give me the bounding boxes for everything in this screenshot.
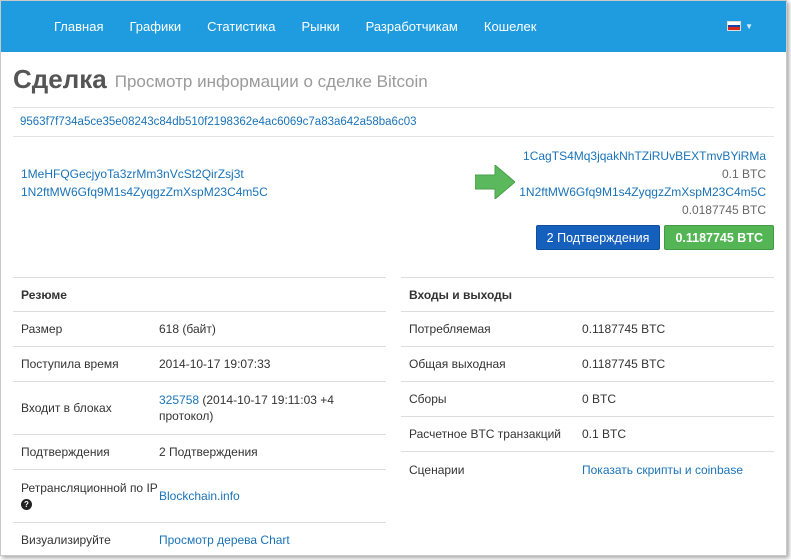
table-row: Подтверждения 2 Подтверждения <box>13 435 386 470</box>
row-value: Показать скрипты и coinbase <box>582 462 774 478</box>
input-address[interactable]: 1N2ftMW6Gfq9M1s4ZyqgzZmXspM23C4m5C <box>21 183 268 201</box>
nav-wallet[interactable]: Кошелек <box>484 19 537 34</box>
row-label: Поступила время <box>21 357 119 371</box>
row-label: Общая выходная <box>409 357 506 371</box>
page-title: Сделка <box>13 64 107 94</box>
flag-russia-icon <box>727 21 742 31</box>
row-value: Blockchain.info <box>159 488 386 504</box>
table-row: Входит в блоках 325758 (2014-10-17 19:11… <box>13 382 386 435</box>
row-label: Сценарии <box>409 462 465 477</box>
table-row: Потребляемая 0.1187745 BTC <box>401 312 774 347</box>
tx-hash-link[interactable]: 9563f7f734a5ce35e08243c84db510f2198362e4… <box>20 116 417 128</box>
confirmations-button[interactable]: 2 Подтверждения <box>535 225 661 250</box>
top-navbar: Главная Графики Статистика Рынки Разрабо… <box>1 1 786 52</box>
output-amount: 0.1 BTC <box>721 167 766 181</box>
io-heading: Входы и выходы <box>401 278 774 312</box>
tx-outputs: 1CagTS4Mq3jqakNhTZiRUvBEXTmvBYiRMa 0.1 B… <box>519 147 766 219</box>
output-address[interactable]: 1N2ftMW6Gfq9M1s4ZyqgzZmXspM23C4m5C <box>519 183 766 201</box>
tx-hash-row: 9563f7f734a5ce35e08243c84db510f2198362e4… <box>13 108 774 137</box>
nav-charts[interactable]: Графики <box>129 19 181 34</box>
relay-link[interactable]: Blockchain.info <box>159 489 240 503</box>
row-label: Подтверждения <box>21 445 110 459</box>
summary-table: Резюме Размер 618 (байт) Поступила время… <box>13 277 386 555</box>
row-value: 618 (байт) <box>159 322 216 336</box>
table-row: Расчетное BTC транзакций 0.1 BTC <box>401 417 774 452</box>
row-label: Визуализируйте <box>21 533 111 547</box>
row-label: Сборы <box>409 392 447 406</box>
browser-window: Главная Графики Статистика Рынки Разрабо… <box>0 0 787 556</box>
nav-stats[interactable]: Статистика <box>207 19 275 34</box>
row-value: Просмотр дерева Chart <box>159 532 386 548</box>
summary-heading: Резюме <box>13 278 386 312</box>
row-value: 2014-10-17 19:07:33 <box>159 357 271 371</box>
nav-markets[interactable]: Рынки <box>301 19 339 34</box>
io-table: Входы и выходы Потребляемая 0.1187745 BT… <box>401 277 774 555</box>
row-label: Потребляемая <box>409 322 491 336</box>
show-scripts-link[interactable]: Показать скрипты и coinbase <box>582 463 743 477</box>
block-link[interactable]: 325758 <box>159 393 199 407</box>
page-header: Сделка Просмотр информации о сделке Bitc… <box>13 52 774 108</box>
row-label: Ретрансляционной по IP ? <box>13 480 159 512</box>
input-address[interactable]: 1MeHFQGecjyoTa3zrMm3nVcSt2QirZsj3t <box>21 165 268 183</box>
tx-io-area: 1MeHFQGecjyoTa3zrMm3nVcSt2QirZsj3t 1N2ft… <box>13 137 774 257</box>
tree-chart-link[interactable]: Просмотр дерева Chart <box>159 533 290 547</box>
question-circle-icon[interactable]: ? <box>21 499 32 511</box>
table-row: Ретрансляционной по IP ? Blockchain.info <box>13 470 386 523</box>
row-value: 325758 (2014-10-17 19:11:03 +4 протокол) <box>159 392 386 424</box>
row-label: Размер <box>21 322 63 336</box>
main-content: Сделка Просмотр информации о сделке Bitc… <box>1 52 786 257</box>
nav-developers[interactable]: Разработчикам <box>366 19 458 34</box>
row-value: 0 BTC <box>582 392 617 406</box>
row-label: Входит в блоках <box>21 401 112 415</box>
output-amount: 0.0187745 BTC <box>681 203 766 217</box>
total-amount-button[interactable]: 0.1187745 BTC <box>664 225 774 250</box>
row-value: 0.1187745 BTC <box>582 357 666 371</box>
table-row: Визуализируйте Просмотр дерева Chart <box>13 523 386 555</box>
table-row: Общая выходная 0.1187745 BTC <box>401 347 774 382</box>
page-subtitle: Просмотр информации о сделке Bitcoin <box>114 71 428 91</box>
table-row: Размер 618 (байт) <box>13 312 386 347</box>
row-value: 0.1187745 BTC <box>582 322 666 336</box>
output-address[interactable]: 1CagTS4Mq3jqakNhTZiRUvBEXTmvBYiRMa <box>519 147 766 165</box>
tx-details: Резюме Размер 618 (байт) Поступила время… <box>13 277 774 555</box>
row-label: Расчетное BTC транзакций <box>409 427 561 441</box>
table-row: Поступила время 2014-10-17 19:07:33 <box>13 347 386 382</box>
arrow-right-icon <box>475 165 515 199</box>
row-value: 2 Подтверждения <box>159 445 258 459</box>
relay-label: Ретрансляционной по IP <box>21 481 158 495</box>
caret-down-icon: ▼ <box>745 21 753 31</box>
table-row: Сценарии Показать скрипты и coinbase <box>401 452 774 487</box>
language-selector[interactable]: ▼ <box>727 21 753 31</box>
row-value: 0.1 BTC <box>582 427 627 441</box>
table-row: Сборы 0 BTC <box>401 382 774 417</box>
tx-inputs: 1MeHFQGecjyoTa3zrMm3nVcSt2QirZsj3t 1N2ft… <box>21 165 268 201</box>
nav-home[interactable]: Главная <box>54 19 103 34</box>
tx-badges: 2 Подтверждения 0.1187745 BTC <box>535 225 774 250</box>
